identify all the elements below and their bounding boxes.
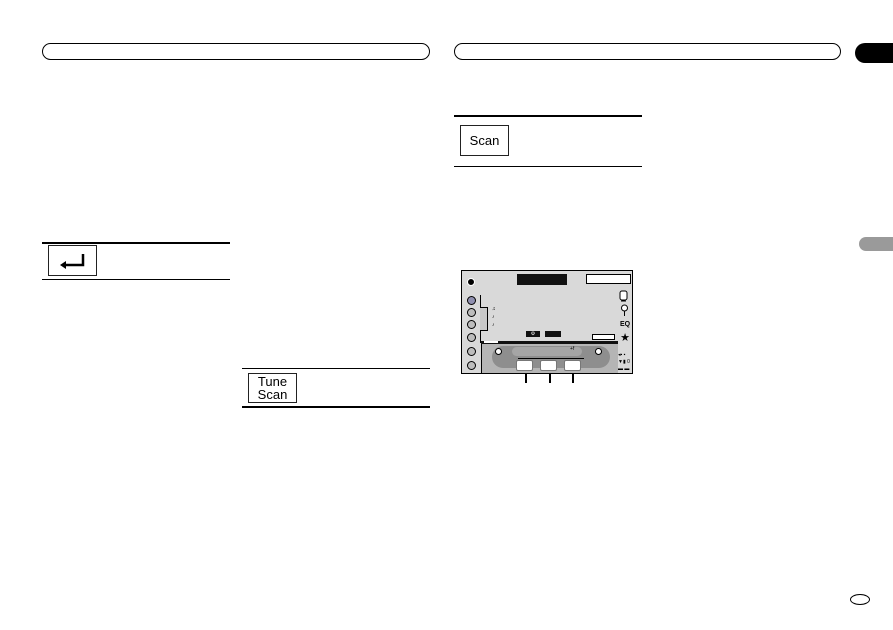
tune-scan-table-bottom-rule: [242, 406, 430, 408]
scan-label: Scan: [469, 133, 500, 148]
section-tab: [855, 43, 893, 63]
preset-button-4: [467, 333, 476, 342]
song-icon: ♪: [492, 322, 495, 328]
page-number-badge: [850, 594, 870, 605]
album-icon: ♪: [492, 314, 495, 320]
tune-scan-table-top-rule: [242, 368, 430, 369]
screen-status-box: [592, 334, 615, 340]
control-right-dot: [595, 348, 602, 355]
screen-key-3: [564, 360, 581, 371]
mid-block-gear-glyph: ⚙: [530, 331, 536, 337]
left-page-header-bar: [42, 43, 430, 60]
tune-scan-label-line2: Scan: [257, 387, 288, 402]
screen-mid-block-left: ⚙: [526, 331, 540, 337]
phone-icon: [619, 290, 628, 302]
table-bottom-rule: [42, 279, 230, 280]
screen-top-right-box: [586, 274, 631, 284]
preset-button-1: [467, 296, 476, 305]
screen-progress-fill: [484, 341, 498, 343]
scan-icon-box: Scan: [460, 125, 509, 156]
preset-list-tab: [480, 307, 488, 331]
callout-line-3: [572, 374, 574, 383]
callout-line-2: [549, 374, 551, 383]
eq-icon: EQ: [619, 321, 631, 328]
right-page-header-bar: [454, 43, 841, 60]
device-screen-illustration: ♫ ♪ ♪ ⚙ EQ ★ +f ◂▪ ▪ ▼▮ 0 ▬ ▬: [461, 270, 633, 374]
table-top-rule: [42, 242, 230, 244]
side-index-tab: [859, 237, 893, 251]
settings-gear-icon: [467, 278, 475, 286]
callout-line-1: [525, 374, 527, 383]
scan-table-top-rule: [454, 115, 642, 117]
screen-title-block: [517, 274, 567, 285]
screen-mid-block-right: [545, 331, 561, 337]
scan-table-bottom-rule: [454, 166, 642, 167]
screen-key-1: [516, 360, 533, 371]
battery-status-icon: ▬ ▬: [618, 366, 630, 372]
return-arrow-icon: [59, 253, 84, 269]
preset-button-5: [467, 347, 476, 356]
control-label: +f: [570, 346, 575, 352]
star-icon: ★: [620, 332, 630, 344]
enter-icon-box: [48, 245, 97, 276]
volume-status-icon: ◂▪ ▪: [618, 352, 626, 358]
artist-icon: ♫: [492, 306, 496, 312]
key-separator-line: [518, 358, 584, 359]
screen-control-area: +f: [481, 344, 618, 373]
preset-button-3: [467, 320, 476, 329]
preset-button-6: [467, 361, 476, 370]
signal-status-icon: ▼▮ 0: [618, 359, 630, 365]
tune-scan-icon-box: Tune Scan: [248, 373, 297, 403]
preset-button-2: [467, 308, 476, 317]
key-icon: [621, 304, 628, 316]
control-left-dot: [495, 348, 502, 355]
screen-key-2: [540, 360, 557, 371]
